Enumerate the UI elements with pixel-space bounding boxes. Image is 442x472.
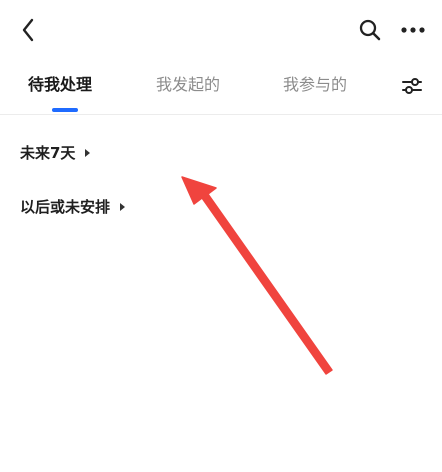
more-horizontal-icon [401, 27, 425, 33]
filter-button[interactable] [398, 72, 426, 100]
tab-initiated[interactable]: 我发起的 [156, 74, 220, 96]
section-later-or-unscheduled[interactable]: 以后或未安排 [20, 196, 126, 217]
tab-pending[interactable]: 待我处理 [28, 74, 92, 96]
section-next-7-days[interactable]: 未来7天 [20, 142, 91, 163]
sliders-icon [402, 78, 422, 94]
active-tab-indicator [52, 108, 78, 112]
tab-bar: 待我处理 我发起的 我参与的 [0, 58, 442, 115]
arrow-icon [181, 176, 333, 375]
section-label: 未来7天 [20, 144, 76, 162]
chevron-left-icon [22, 18, 34, 42]
screen: 待我处理 我发起的 我参与的 未来7天 以后或未安排 [0, 0, 442, 472]
search-button[interactable] [356, 16, 384, 44]
caret-right-icon [85, 148, 91, 157]
search-icon [359, 19, 381, 41]
caret-right-icon [120, 202, 126, 211]
more-button[interactable] [398, 16, 428, 44]
tab-participated[interactable]: 我参与的 [283, 74, 347, 96]
top-bar [0, 0, 442, 58]
back-button[interactable] [14, 16, 42, 44]
section-label: 以后或未安排 [20, 198, 111, 216]
